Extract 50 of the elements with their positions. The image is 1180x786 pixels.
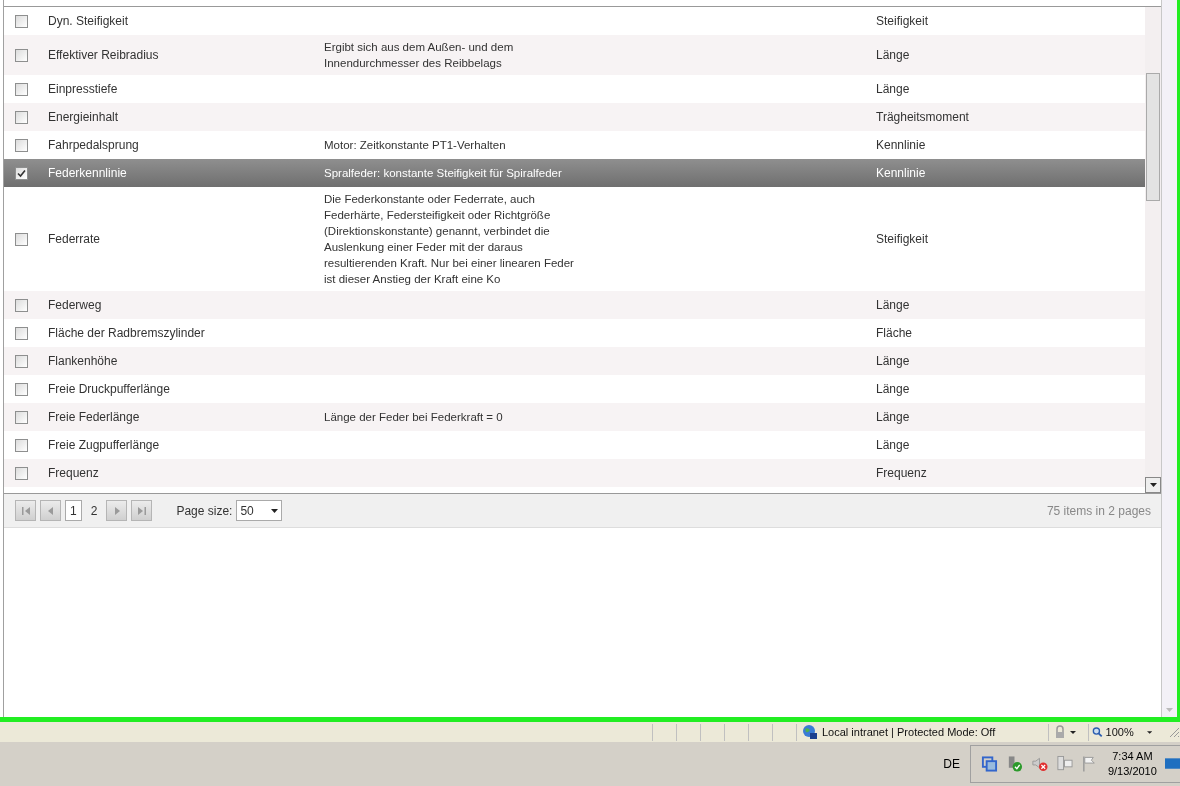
type-cell: Steifigkeit — [876, 232, 929, 246]
type-cell: Kennlinie — [876, 138, 926, 152]
page-link[interactable]: 1 — [65, 500, 82, 521]
table-row[interactable]: Flankenhöhe Länge — [4, 347, 1145, 375]
zoom-button[interactable]: 100% — [1088, 723, 1152, 741]
table-row[interactable]: Frequenz Frequenz — [4, 459, 1145, 487]
type-cell: Länge — [876, 410, 910, 424]
page-size-label: Page size: — [176, 502, 233, 520]
name-cell: Energieinhalt — [48, 110, 119, 124]
type-cell: Länge — [876, 438, 910, 452]
clock-time: 7:34 AM — [1112, 749, 1153, 764]
type-cell: Länge — [876, 382, 910, 396]
description-cell-text: Ergibt sich aus dem Außen- und dem Innendurchmesser des Reibbelags — [324, 40, 515, 71]
table-row[interactable]: Federweg Länge — [4, 291, 1145, 319]
name-cell: Freie Zugpufferlänge — [48, 438, 160, 452]
type-cell: Länge — [876, 48, 910, 62]
description-cell-text: Motor: Zeitkonstante PT1-Verhalten — [324, 138, 507, 153]
name-cell: Einpresstiefe — [48, 82, 118, 96]
type-cell: Kennlinie — [876, 166, 926, 180]
name-cell: Federrate — [48, 232, 101, 246]
name-cell: Freie Federlänge — [48, 410, 140, 424]
description-cell-text: Länge der Feder bei Federkraft = 0 — [324, 410, 504, 425]
clock-date: 9/13/2010 — [1107, 764, 1157, 779]
name-cell: Dyn. Steifigkeit — [48, 14, 129, 28]
name-cell: Frequenz — [48, 466, 99, 480]
type-cell: Trägheitsmoment — [876, 110, 969, 124]
name-cell: Federkennlinie — [48, 166, 127, 180]
name-cell: Federweg — [48, 298, 102, 312]
table-row[interactable]: Federkennlinie Spralfeder: konstante Steifigkeit für Spiralfeder Kennlinie — [4, 159, 1145, 187]
name-cell: Fahrpedalsprung — [48, 138, 139, 152]
name-cell: Flankenhöhe — [48, 354, 118, 368]
language-indicator[interactable]: DE — [943, 755, 960, 773]
type-cell: Länge — [876, 354, 910, 368]
type-cell: Länge — [876, 82, 910, 96]
description-cell-text: Spralfeder: konstante Steifigkeit für Spiralfeder — [324, 166, 563, 181]
type-cell: Länge — [876, 298, 910, 312]
table-row[interactable]: Effektiver Reibradius Ergibt sich aus dem Außen- und dem Innendurchmesser des Reibbelags Länge — [4, 35, 1145, 75]
page-size-dropdown[interactable]: 50 — [236, 500, 283, 521]
description-cell-text: Die Federkonstante oder Federrate, auch Federhärte, Federsteifigkeit oder Richtgröße (Direktionskonstante) genannt, verbindet die Auslenkung einer Feder mit der daraus resultierenden Kraft. Nur bei einer linearen Feder ist dieser Anstieg der Kraft eine Ko — [324, 192, 575, 287]
table-row[interactable]: Freie Federlänge Länge der Feder bei Federkraft = 0 Länge — [4, 403, 1145, 431]
type-cell: Fläche — [876, 326, 913, 340]
name-cell: Effektiver Reibradius — [48, 48, 159, 62]
pager-summary: 75 items in 2 pages — [1046, 502, 1151, 520]
name-cell: Freie Druckpufferlänge — [48, 382, 170, 396]
page-link[interactable]: 2 — [85, 500, 103, 521]
table-row[interactable]: Energieinhalt Trägheitsmoment — [4, 103, 1145, 131]
security-zone-text: Local intranet | Protected Mode: Off — [822, 724, 996, 740]
type-cell: Steifigkeit — [876, 14, 929, 28]
name-cell: Fläche der Radbremszylinder — [48, 326, 205, 340]
type-cell: Frequenz — [876, 466, 927, 480]
